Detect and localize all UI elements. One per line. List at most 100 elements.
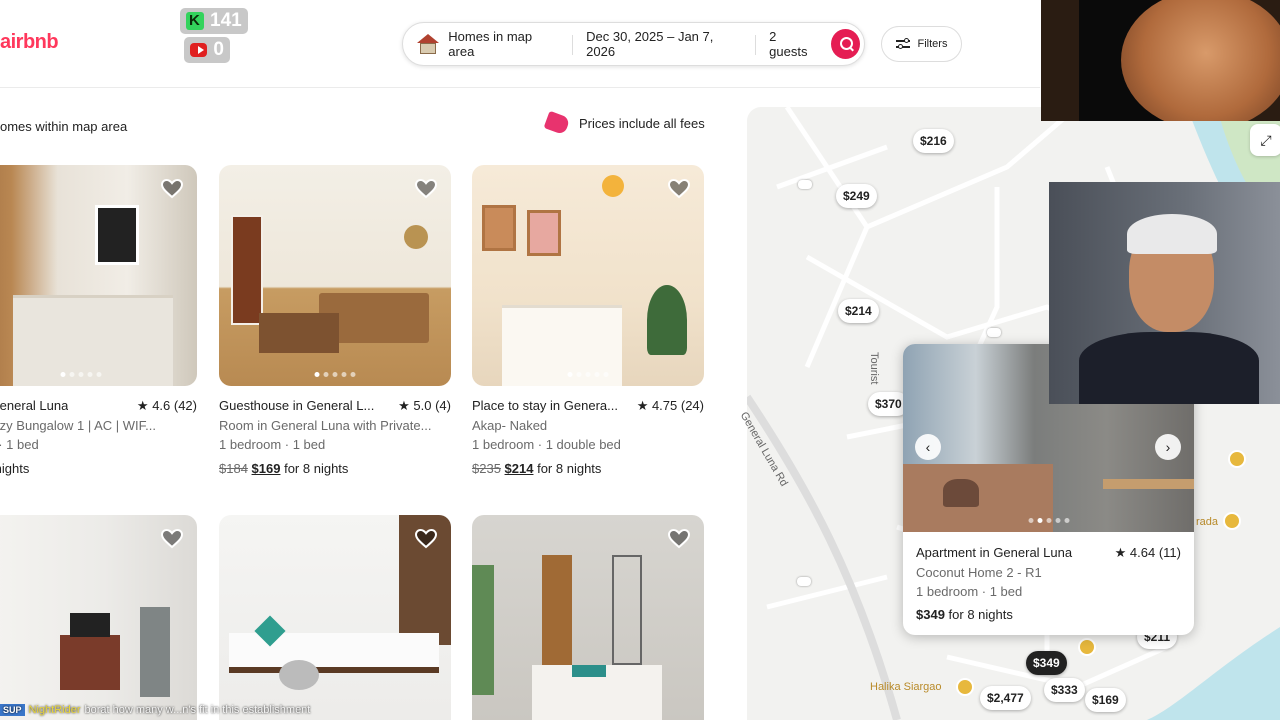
popup-subtitle: Coconut Home 2 - R1 [916, 565, 1042, 580]
listing-beds: 1 bedroom · 1 bed [219, 437, 326, 452]
photo-dots [1028, 518, 1069, 523]
map-price-pin-active[interactable]: $349 [1026, 651, 1067, 675]
poi-marker-icon[interactable] [956, 678, 974, 696]
listing-card[interactable]: n in General Luna ★ 4.6 (42) ral Cozy Bun… [0, 165, 197, 476]
listing-photo[interactable] [472, 165, 704, 386]
guests-field[interactable]: 2 guests [755, 23, 831, 65]
popup-price-suffix: for 8 nights [948, 607, 1013, 622]
screen: airbnb 141 0 Homes in map area Dec 30, 2… [0, 0, 1280, 720]
listing-card[interactable]: Place to stay in Genera... ★ 4.75 (24) Ak… [472, 165, 704, 476]
place-label-partial: rada [1196, 516, 1219, 528]
results-count: omes within map area [0, 119, 128, 134]
listing-beds: room · 1 bed [0, 437, 39, 452]
favorite-heart-icon[interactable] [414, 528, 438, 549]
location-field[interactable]: Homes in map area [403, 23, 572, 65]
popup-rating: ★ 4.64 (11) [1114, 545, 1181, 560]
listing-rating: ★ 5.0 (4) [398, 398, 451, 413]
youtube-viewer-counter: 0 [184, 37, 230, 63]
top-header: airbnb 141 0 Homes in map area Dec 30, 2… [0, 0, 1040, 88]
price-suffix: for 8 nights [284, 461, 349, 476]
listing-card[interactable] [219, 515, 451, 720]
poi-marker-icon[interactable] [1228, 450, 1246, 468]
youtube-count: 0 [213, 39, 224, 60]
chat-badge: SUP [0, 704, 25, 716]
map-dot-marker[interactable] [987, 328, 1001, 337]
map-dot-marker[interactable] [797, 577, 811, 586]
price-discounted[interactable]: $214 [505, 461, 534, 476]
price-original: $235 [472, 461, 501, 476]
listing-subtitle: Room in General Luna with Private... [219, 418, 432, 433]
photo-dots [60, 372, 102, 377]
kick-icon [186, 12, 204, 30]
stream-chat-ticker: SUP NightRider borat how many w...n's fi… [0, 700, 420, 720]
listing-rating: ★ 4.75 (24) [636, 398, 704, 413]
guests-label: 2 guests [769, 29, 808, 59]
fees-text: Prices include all fees [579, 115, 705, 131]
search-bar[interactable]: Homes in map area Dec 30, 2025 – Jan 7, … [402, 22, 865, 66]
dates-field[interactable]: Dec 30, 2025 – Jan 7, 2026 [572, 23, 755, 65]
listing-photo[interactable] [219, 165, 451, 386]
poi-marker-icon[interactable] [1223, 512, 1241, 530]
popup-price: $349 for 8 nights [916, 607, 1181, 622]
search-button[interactable] [830, 29, 860, 59]
map-dot-marker[interactable] [798, 180, 812, 189]
location-label: Homes in map area [448, 29, 533, 59]
listing-photo[interactable] [0, 515, 197, 720]
favorite-heart-icon[interactable] [667, 528, 691, 549]
listing-price: $184 $169 for 8 nights [219, 461, 451, 476]
listing-photo[interactable] [219, 515, 451, 720]
town-label: Tourist [868, 352, 880, 385]
filters-label: Filters [917, 38, 948, 50]
kick-viewer-counter: 141 [180, 8, 248, 34]
popup-title: Apartment in General Luna [916, 545, 1073, 560]
popup-prev-arrow-icon[interactable]: ‹ [915, 434, 941, 460]
poi-marker-icon[interactable] [1078, 638, 1096, 656]
favorite-heart-icon[interactable] [667, 178, 691, 199]
map-price-pin[interactable]: $169 [1085, 688, 1126, 712]
listing-subtitle: ral Cozy Bungalow 1 | AC | WIF... [0, 418, 156, 433]
listing-price: $235 $214 for 8 nights [472, 461, 704, 476]
map-price-pin[interactable]: $216 [913, 129, 954, 153]
popup-next-arrow-icon[interactable]: › [1155, 434, 1181, 460]
price-tag-icon [543, 110, 571, 136]
youtube-icon [190, 43, 208, 57]
listing-subtitle: Akap- Naked [472, 418, 548, 433]
kick-count: 141 [210, 10, 242, 31]
listing-price: for 8 nights [0, 461, 197, 476]
map-expand-icon[interactable]: ⤢ [1250, 124, 1280, 156]
listing-title: Place to stay in Genera... [472, 398, 618, 413]
price-original: $184 [219, 461, 248, 476]
dates-label: Dec 30, 2025 – Jan 7, 2026 [586, 29, 714, 59]
listing-card[interactable]: Guesthouse in General L... ★ 5.0 (4) Room… [219, 165, 451, 476]
price-discounted[interactable]: $169 [252, 461, 281, 476]
map-price-pin[interactable]: $249 [836, 184, 877, 208]
listing-card[interactable] [0, 515, 197, 720]
webcam-overlay-side [1049, 182, 1280, 404]
popup-price-value: $349 [916, 607, 945, 622]
listing-card[interactable] [472, 515, 704, 720]
price-suffix: for 8 nights [0, 461, 30, 476]
listing-photo[interactable] [0, 165, 197, 386]
favorite-heart-icon[interactable] [414, 178, 438, 199]
filters-icon [895, 38, 910, 50]
chat-message: borat how many w...n's fit in this estab… [84, 704, 311, 716]
map-price-pin[interactable]: $2,477 [980, 686, 1031, 710]
map-price-pin[interactable]: $214 [838, 299, 879, 323]
house-icon [417, 34, 439, 54]
listing-title: Guesthouse in General L... [219, 398, 375, 413]
listing-photo[interactable] [472, 515, 704, 720]
favorite-heart-icon[interactable] [160, 528, 184, 549]
chat-user: NightRider [28, 704, 81, 716]
price-suffix: for 8 nights [537, 461, 602, 476]
favorite-heart-icon[interactable] [160, 178, 184, 199]
photo-dots [567, 372, 609, 377]
map-price-pin[interactable]: $333 [1044, 678, 1085, 702]
airbnb-logo[interactable]: airbnb [0, 31, 59, 54]
listing-beds: 1 bedroom · 1 double bed [472, 437, 621, 452]
photo-dots [314, 372, 356, 377]
place-label: Halika Siargao [870, 681, 942, 693]
fees-notice: Prices include all fees [543, 110, 705, 136]
popup-beds: 1 bedroom · 1 bed [916, 584, 1023, 599]
listing-title: n in General Luna [0, 398, 69, 413]
filters-button[interactable]: Filters [881, 26, 962, 62]
